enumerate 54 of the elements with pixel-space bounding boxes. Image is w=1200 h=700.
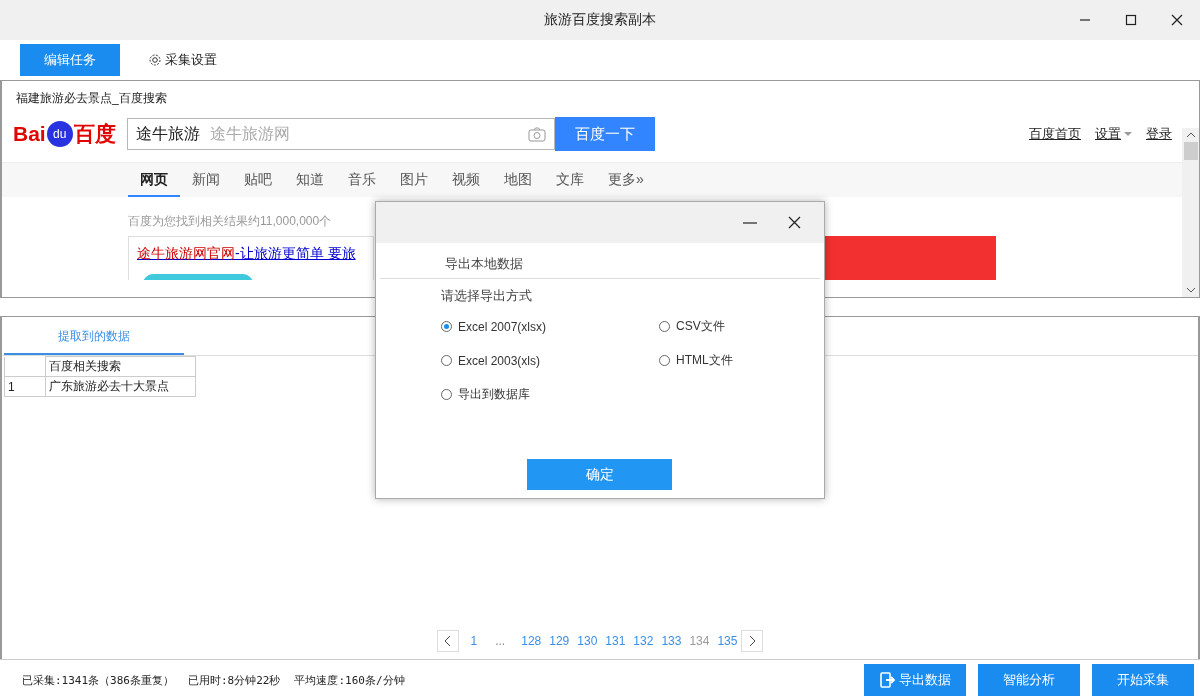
- table-cell: 广东旅游必去十大景点: [45, 376, 196, 397]
- baidu-logo: Bai du 百度: [13, 120, 117, 148]
- top-link[interactable]: 登录: [1146, 125, 1172, 143]
- caret-icon: [1124, 132, 1132, 136]
- row-number: 1: [4, 376, 46, 397]
- data-tab[interactable]: 提取到的数据: [4, 317, 184, 355]
- radio-option[interactable]: HTML文件: [659, 352, 809, 369]
- status-text: 平均速度:160条/分钟: [294, 672, 405, 688]
- result-count: 百度为您找到相关结果约11,000,000个: [128, 213, 332, 227]
- ad-title-link[interactable]: 途牛旅游网官网-让旅游更简单 要旅: [137, 245, 356, 261]
- scrollbar[interactable]: [1182, 128, 1199, 297]
- close-icon: [787, 216, 801, 229]
- page-link[interactable]: 129: [545, 634, 574, 648]
- radio-option[interactable]: Excel 2007(xlsx): [441, 318, 659, 335]
- scroll-up-icon: [1185, 132, 1196, 138]
- page-title: 福建旅游必去景点_百度搜索: [15, 90, 168, 107]
- top-link[interactable]: 设置: [1095, 125, 1132, 143]
- maximize-icon: [1125, 14, 1137, 26]
- nav-tab[interactable]: 文库: [544, 163, 596, 197]
- scroll-down-icon: [1185, 287, 1196, 293]
- chevron-right-icon: [748, 635, 756, 647]
- scroll-thumb[interactable]: [1183, 142, 1198, 160]
- nav-tab[interactable]: 新闻: [180, 163, 232, 197]
- dialog-heading: 导出本地数据: [380, 243, 820, 279]
- page-link[interactable]: 130: [573, 634, 602, 648]
- search-button[interactable]: 百度一下: [555, 117, 655, 151]
- camera-icon: [528, 126, 546, 142]
- radio-option[interactable]: CSV文件: [659, 318, 809, 335]
- nav-tab[interactable]: 更多»: [596, 163, 656, 197]
- nav-tab[interactable]: 地图: [492, 163, 544, 197]
- nav-tab[interactable]: 贴吧: [232, 163, 284, 197]
- page-link[interactable]: 128: [517, 634, 546, 648]
- status-text: 已用时:8分钟22秒: [188, 672, 281, 688]
- close-icon: [1171, 14, 1183, 26]
- radio-option[interactable]: 导出到数据库: [441, 386, 659, 403]
- page-ellipsis: ...: [494, 634, 507, 648]
- nav-tab[interactable]: 知道: [284, 163, 336, 197]
- nav-tab[interactable]: 视频: [440, 163, 492, 197]
- nav-tab[interactable]: 网页: [128, 163, 180, 197]
- status-text: 已采集:1341条（386条重复）: [22, 672, 174, 688]
- column-header: 百度相关搜索: [45, 356, 196, 377]
- page-link[interactable]: 133: [657, 634, 686, 648]
- window-title: 旅游百度搜索副本: [544, 11, 656, 29]
- page-link[interactable]: 131: [601, 634, 630, 648]
- nav-tab[interactable]: 音乐: [336, 163, 388, 197]
- search-field[interactable]: 途牛旅游 途牛旅游网: [127, 118, 555, 150]
- settings-icon: [148, 53, 162, 67]
- export-icon: [879, 672, 896, 688]
- settings-button[interactable]: 采集设置: [148, 44, 217, 76]
- nav-tab[interactable]: 图片: [388, 163, 440, 197]
- dialog-prompt: 请选择导出方式: [440, 287, 533, 305]
- radio-option[interactable]: Excel 2003(xls): [441, 352, 659, 369]
- chevron-left-icon: [444, 635, 451, 647]
- top-link[interactable]: 百度首页: [1029, 125, 1081, 143]
